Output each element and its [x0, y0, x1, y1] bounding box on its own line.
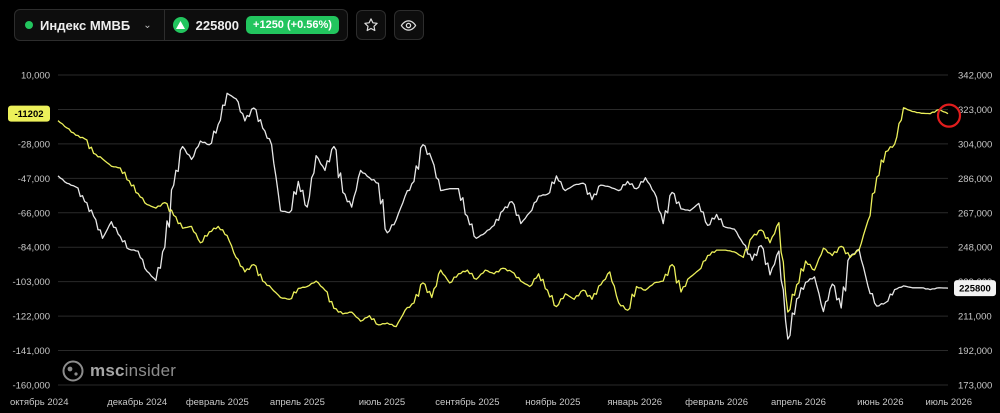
highlight-circle [936, 103, 962, 128]
left-axis-tick: -66,000 [18, 208, 50, 219]
watermark-rest: insider [124, 361, 177, 380]
msc-logo-icon [62, 360, 84, 382]
x-axis-tick: апрель 2026 [771, 397, 826, 408]
x-axis-tick: июль 2026 [926, 397, 973, 408]
right-axis-tick: 267,000 [958, 208, 992, 219]
chart-series [57, 92, 949, 340]
chart-grid [58, 74, 948, 386]
left-axis-tick: -28,000 [18, 139, 50, 150]
x-axis-tick: декабрь 2024 [107, 397, 167, 408]
x-axis-tick: февраль 2025 [186, 397, 249, 408]
left-axis-tick: -47,000 [18, 174, 50, 185]
x-axis-tick: июль 2025 [359, 397, 406, 408]
x-axis-tick: январь 2026 [607, 397, 662, 408]
left-axis-tick: 10,000 [21, 71, 50, 82]
left-axis-tick: -84,000 [18, 243, 50, 254]
x-axis-tick: июнь 2026 [857, 397, 903, 408]
right-axis-tick: 211,000 [958, 312, 992, 323]
right-axis-tick: 323,000 [958, 105, 992, 116]
right-axis-tick: 342,000 [958, 71, 992, 82]
left-value-marker: -11202 [14, 109, 43, 120]
x-axis-tick: апрель 2025 [270, 397, 325, 408]
x-axis-tick: ноябрь 2025 [525, 397, 580, 408]
left-axis-series [57, 107, 949, 328]
right-axis-tick: 286,000 [958, 174, 992, 185]
right-axis-tick: 248,000 [958, 243, 992, 254]
left-axis-tick: -141,000 [12, 346, 50, 357]
right-axis-tick: 192,000 [958, 346, 992, 357]
left-axis-tick: -103,000 [12, 277, 50, 288]
x-axis-tick: октябрь 2024 [10, 397, 69, 408]
right-value-marker: 225800 [959, 284, 991, 295]
watermark-text: mscinsider [90, 361, 176, 381]
watermark-bold: msc [90, 361, 125, 380]
right-axis-tick: 173,000 [958, 381, 992, 392]
left-axis-tick: -160,000 [12, 381, 50, 392]
x-axis-tick: февраль 2026 [685, 397, 748, 408]
right-axis-ticks: 342,000 323,000 304,000 286,000 267,000 248,0… [958, 71, 992, 392]
watermark-logo: mscinsider [62, 360, 176, 382]
right-axis-tick: 304,000 [958, 139, 992, 150]
x-axis-ticks: октябрь 2024 декабрь 2024 февраль 2025 апре… [10, 397, 972, 408]
x-axis-tick: сентябрь 2025 [435, 397, 499, 408]
price-chart[interactable]: 10,000-9,000-28,000-47,000-66,000-84,000… [0, 0, 1000, 413]
right-axis-series [57, 92, 949, 340]
left-axis-tick: -122,000 [12, 312, 50, 323]
